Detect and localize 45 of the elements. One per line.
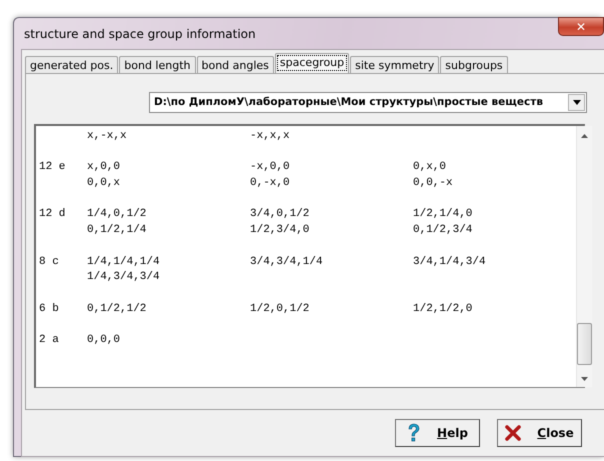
question-icon [407, 423, 422, 443]
position-text: 0,-x,0 [250, 177, 290, 190]
position-text: 1/2,1/4,0 [413, 208, 472, 220]
position-text: 1/2,1/2,0 [413, 302, 472, 315]
site-label: 12 e [39, 160, 66, 176]
position-text: x,0,0 [87, 161, 120, 174]
position-text: -x,x,x [250, 130, 290, 142]
window-title: structure and space group information [23, 26, 256, 42]
tab[interactable]: bond angles [196, 56, 274, 73]
site-label: 2 a [39, 333, 60, 348]
position-text: 3/4,1/4,3/4 [413, 256, 486, 268]
site-label: 8 c [39, 254, 60, 270]
close-button[interactable]: ✕ [558, 17, 604, 36]
scroll-thumb[interactable] [577, 323, 592, 365]
tab[interactable]: site symmetry [350, 56, 440, 73]
close-button[interactable]: Close [497, 419, 582, 447]
position-text: 0,x,0 [413, 161, 446, 174]
position-text: 0,1/2,3/4 [413, 224, 472, 236]
position-text: 0,1/2,1/4 [87, 224, 146, 236]
position-text: 0,0,0 [87, 334, 120, 346]
site-label: 6 b [39, 302, 60, 317]
scroll-up-icon[interactable] [581, 134, 588, 138]
scrollbar[interactable] [576, 126, 592, 387]
position-text: 0,1/2,1/2 [87, 302, 146, 315]
x-mark-icon [505, 425, 522, 441]
tab[interactable]: spacegroup [274, 53, 350, 73]
position-text: x,-x,x [87, 130, 127, 142]
file-dropdown[interactable]: D:\по ДипломУ\лабораторные\Мои структуры\простые веществ [149, 92, 587, 113]
tab[interactable]: bond length [119, 56, 196, 73]
position-text: 3/4,3/4,1/4 [250, 256, 323, 268]
position-text: 1/2,3/4,0 [250, 224, 310, 236]
position-text: 1/4,3/4,3/4 [87, 271, 160, 284]
position-text: -x,0,0 [250, 161, 290, 174]
position-text: 3/4,0,1/2 [250, 208, 310, 220]
position-text: 0,0,x [87, 177, 120, 190]
position-text: 0,0,-x [413, 177, 453, 190]
position-text: 1/4,1/4,1/4 [87, 256, 160, 268]
position-text: 1/2,0,1/2 [250, 302, 310, 315]
site-label: 12 d [39, 207, 66, 222]
help-button[interactable]: Help [395, 419, 480, 447]
tab[interactable]: generated pos. [25, 56, 118, 73]
position-text: 1/4,0,1/2 [87, 208, 146, 220]
tab[interactable]: subgroups [440, 56, 508, 73]
scroll-down-icon[interactable] [581, 377, 588, 381]
dropdown-arrow-icon [572, 100, 580, 105]
